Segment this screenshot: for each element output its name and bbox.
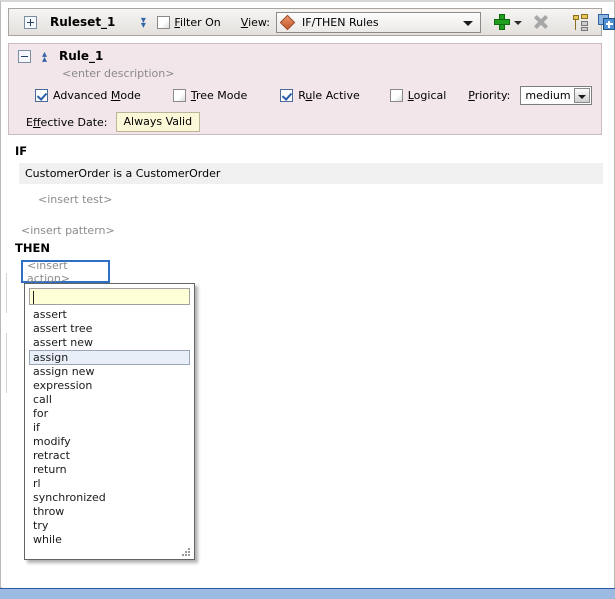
effective-date-value[interactable]: Always Valid	[115, 112, 201, 132]
action-type-popup: assert assert tree assert new assign assign …	[24, 283, 195, 560]
if-keyword-label: IF	[15, 144, 28, 158]
advanced-mode-checkbox[interactable]	[35, 89, 48, 102]
advanced-mode-label: Advanced Mode	[53, 89, 141, 102]
action-type-item[interactable]: assert tree	[29, 322, 190, 336]
advanced-mode-checkbox-group[interactable]: Advanced Mode	[35, 89, 141, 102]
priority-group: Priority: medium	[468, 86, 593, 105]
ruleset-name-label: Ruleset_1	[50, 15, 116, 29]
rule-title-row: ▴ ▴ Rule_1	[18, 49, 104, 65]
rule-editor-panel: Ruleset_1 ▾ ▾ Filter On View: IF/THEN Rul…	[0, 0, 615, 588]
panel-divider	[6, 273, 7, 313]
then-keyword-label: THEN	[15, 241, 50, 255]
rule-name-label: Rule_1	[59, 49, 104, 63]
effective-date-row: Effective Date: Always Valid	[26, 112, 201, 132]
rule-active-checkbox-group[interactable]: Rule Active	[280, 89, 360, 102]
action-type-item[interactable]: assign	[29, 350, 190, 365]
filter-on-label: Filter On	[174, 15, 221, 29]
action-type-item[interactable]: assert new	[29, 336, 190, 350]
effective-date-label: Effective Date:	[26, 115, 108, 129]
action-type-item[interactable]: while	[29, 533, 190, 543]
filter-on-label-rest: ilter On	[179, 15, 221, 29]
expand-all-blue-icon[interactable]	[598, 13, 615, 31]
insert-test-placeholder[interactable]: <insert test>	[38, 193, 112, 206]
action-type-item[interactable]: assert	[29, 308, 190, 322]
action-type-item[interactable]: return	[29, 463, 190, 477]
action-type-item[interactable]: assign new	[29, 365, 190, 379]
rule-options-row: Advanced Mode Tree Mode Rule Active Logi…	[35, 86, 595, 105]
action-type-item[interactable]: for	[29, 407, 190, 421]
action-type-item[interactable]: rl	[29, 477, 190, 491]
filter-on-checkbox[interactable]	[157, 15, 171, 29]
action-type-item[interactable]: if	[29, 421, 190, 435]
pattern-text: CustomerOrder is a CustomerOrder	[25, 167, 221, 180]
action-search-input[interactable]	[29, 288, 190, 305]
green-plus-icon[interactable]	[493, 13, 511, 31]
chevron-down-icon[interactable]	[574, 88, 591, 103]
gray-x-icon	[532, 13, 550, 31]
insert-pattern-placeholder[interactable]: <insert pattern>	[21, 224, 115, 237]
action-type-list[interactable]: assert assert tree assert new assign assign …	[29, 308, 190, 543]
priority-label: Priority:	[468, 89, 511, 102]
priority-value: medium	[525, 89, 571, 102]
tree-mode-checkbox-group[interactable]: Tree Mode	[172, 89, 248, 102]
resize-grip-icon[interactable]	[181, 547, 190, 556]
rule-body: IF CustomerOrder is a CustomerOrder <ins…	[2, 137, 614, 588]
tree-mode-label: Tree Mode	[190, 89, 248, 102]
tree-mode-checkbox[interactable]	[172, 89, 186, 102]
logical-checkbox[interactable]	[389, 89, 403, 102]
rule-active-label: Rule Active	[298, 89, 360, 102]
filter-on-checkbox-group[interactable]: Filter On	[157, 15, 221, 29]
rule-header-panel: ▴ ▴ Rule_1 <enter description> Advanced M…	[8, 43, 602, 135]
logical-label: Logical	[407, 89, 447, 102]
panel-divider	[6, 333, 7, 393]
text-cursor-icon	[33, 291, 34, 304]
status-bar	[0, 588, 615, 599]
action-type-item[interactable]: modify	[29, 435, 190, 449]
double-chevron-up-icon[interactable]: ▴ ▴	[39, 50, 50, 65]
rule-description-field[interactable]: <enter description>	[62, 67, 174, 80]
action-type-item[interactable]: retract	[29, 449, 190, 463]
chevron-down-icon[interactable]	[463, 20, 474, 26]
action-type-item[interactable]: expression	[29, 379, 190, 393]
action-type-item[interactable]: throw	[29, 505, 190, 519]
logical-checkbox-group[interactable]: Logical	[389, 89, 447, 102]
rule-tree-icon[interactable]	[572, 13, 590, 31]
action-type-item[interactable]: call	[29, 393, 190, 407]
rule-active-checkbox[interactable]	[280, 89, 294, 102]
expand-ruleset-icon[interactable]	[24, 15, 37, 29]
add-dropdown-caret-icon[interactable]	[513, 13, 523, 31]
view-combobox-value: IF/THEN Rules	[302, 15, 379, 29]
application-window: Ruleset_1 ▾ ▾ Filter On View: IF/THEN Rul…	[0, 0, 615, 599]
view-label: View:	[240, 15, 271, 29]
collapse-rule-icon[interactable]	[18, 49, 31, 63]
action-type-item[interactable]: synchronized	[29, 491, 190, 505]
orange-diamond-icon	[279, 14, 296, 30]
pattern-row[interactable]: CustomerOrder is a CustomerOrder	[19, 163, 603, 184]
double-chevron-down-icon[interactable]: ▾ ▾	[137, 16, 149, 31]
insert-action-field[interactable]: <insert action>	[21, 259, 110, 285]
action-type-item[interactable]: try	[29, 519, 190, 533]
view-combobox[interactable]: IF/THEN Rules	[276, 11, 482, 33]
priority-combobox[interactable]: medium	[520, 86, 593, 105]
ruleset-toolbar: Ruleset_1 ▾ ▾ Filter On View: IF/THEN Rul…	[8, 8, 615, 36]
